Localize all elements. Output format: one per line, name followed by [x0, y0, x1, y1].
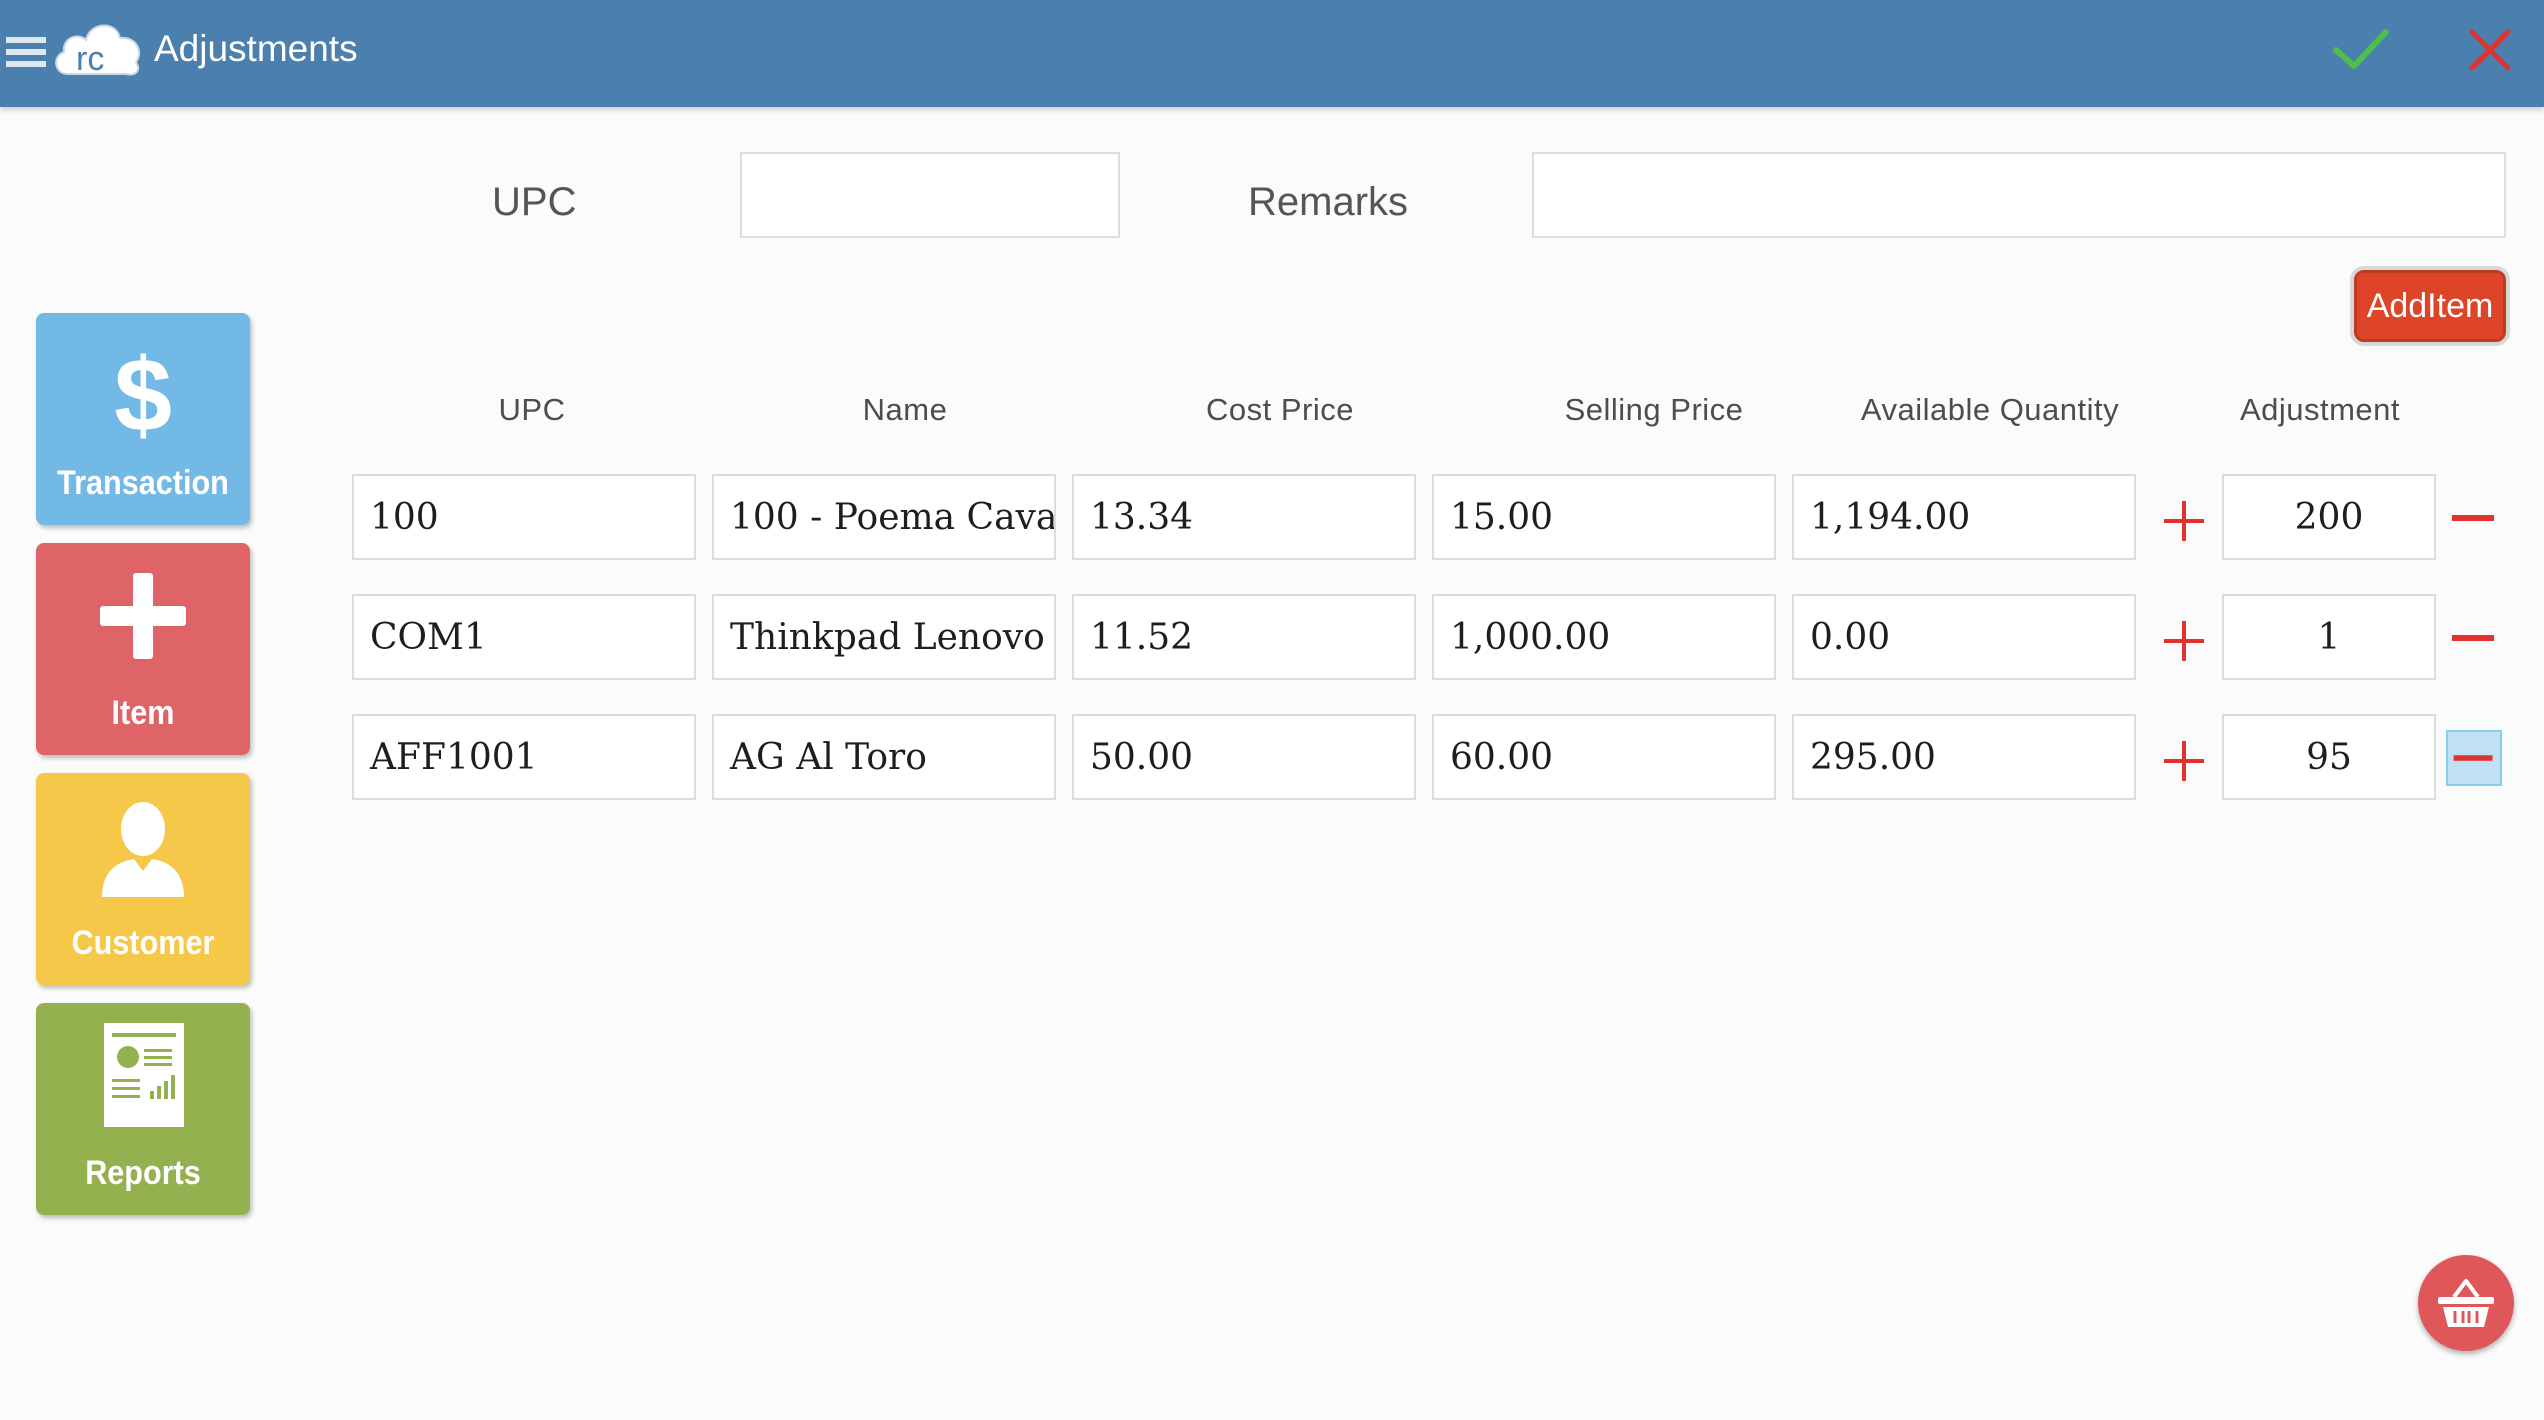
- app-header: rc Adjustments: [0, 0, 2544, 107]
- name-cell[interactable]: 100 - Poema Cava: [712, 474, 1056, 560]
- decrement-button[interactable]: [2446, 490, 2502, 546]
- selling-price-cell[interactable]: 1,000.00: [1432, 594, 1776, 680]
- increment-button[interactable]: [2160, 737, 2208, 785]
- page-title: Adjustments: [154, 28, 358, 69]
- sidebar-item-transaction[interactable]: $ Transaction: [36, 313, 250, 525]
- column-header-adjustment: Adjustment: [2239, 392, 2401, 427]
- available-quantity-cell[interactable]: 0.00: [1792, 594, 2136, 680]
- close-button[interactable]: [2462, 22, 2518, 78]
- upc-input[interactable]: [740, 152, 1120, 238]
- app-logo: rc: [50, 12, 146, 82]
- check-icon: [2333, 29, 2389, 69]
- selling-price-cell[interactable]: 15.00: [1432, 474, 1776, 560]
- cost-price-cell[interactable]: 13.34: [1072, 474, 1416, 560]
- cost-price-cell[interactable]: 11.52: [1072, 594, 1416, 680]
- adjustment-cell[interactable]: 1: [2222, 594, 2436, 680]
- adjustment-cell[interactable]: 95: [2222, 714, 2436, 800]
- sidebar-item-label: Customer: [71, 924, 215, 962]
- sidebar-item-label: Reports: [85, 1154, 201, 1192]
- sidebar-item-label: Item: [111, 694, 175, 732]
- increment-button[interactable]: [2160, 617, 2208, 665]
- plus-icon: [2164, 501, 2204, 541]
- increment-button[interactable]: [2160, 497, 2208, 545]
- close-icon: [2469, 29, 2511, 71]
- available-quantity-cell[interactable]: 1,194.00: [1792, 474, 2136, 560]
- selling-price-cell[interactable]: 60.00: [1432, 714, 1776, 800]
- upc-label: UPC: [492, 180, 577, 224]
- upc-cell[interactable]: 100: [352, 474, 696, 560]
- column-header-name: Name: [862, 392, 948, 427]
- plus-icon: [36, 561, 250, 681]
- column-header-available-quantity: Available Quantity: [1860, 392, 2120, 427]
- confirm-button[interactable]: [2330, 22, 2392, 78]
- decrement-button[interactable]: [2446, 610, 2502, 666]
- plus-icon: [2164, 741, 2204, 781]
- logo-text: rc: [76, 40, 104, 78]
- name-cell[interactable]: AG Al Toro: [712, 714, 1056, 800]
- remarks-input[interactable]: [1532, 152, 2506, 238]
- adjustment-cell[interactable]: 200: [2222, 474, 2436, 560]
- column-header-selling-price: Selling Price: [1564, 392, 1744, 427]
- minus-icon: [2452, 515, 2494, 521]
- add-item-button[interactable]: AddItem: [2354, 270, 2506, 342]
- decrement-button[interactable]: [2446, 730, 2502, 786]
- person-icon: [36, 791, 250, 911]
- minus-icon: [2453, 755, 2493, 761]
- menu-icon[interactable]: [6, 35, 46, 71]
- column-header-upc: UPC: [498, 392, 566, 427]
- remarks-label: Remarks: [1248, 180, 1409, 224]
- sidebar-item-item[interactable]: Item: [36, 543, 250, 755]
- sidebar-item-reports[interactable]: Reports: [36, 1003, 250, 1215]
- upc-cell[interactable]: AFF1001: [352, 714, 696, 800]
- basket-icon: [2438, 1279, 2494, 1327]
- svg-text:$: $: [114, 338, 172, 451]
- report-icon: [36, 1021, 250, 1141]
- minus-icon: [2452, 635, 2494, 641]
- sidebar-item-label: Transaction: [57, 464, 229, 502]
- upc-cell[interactable]: COM1: [352, 594, 696, 680]
- sidebar-item-customer[interactable]: Customer: [36, 773, 250, 985]
- dollar-icon: $: [36, 331, 250, 454]
- plus-icon: [2164, 621, 2204, 661]
- column-header-cost-price: Cost Price: [1206, 392, 1354, 427]
- cost-price-cell[interactable]: 50.00: [1072, 714, 1416, 800]
- basket-button[interactable]: [2418, 1255, 2514, 1351]
- available-quantity-cell[interactable]: 295.00: [1792, 714, 2136, 800]
- name-cell[interactable]: Thinkpad Lenovo: [712, 594, 1056, 680]
